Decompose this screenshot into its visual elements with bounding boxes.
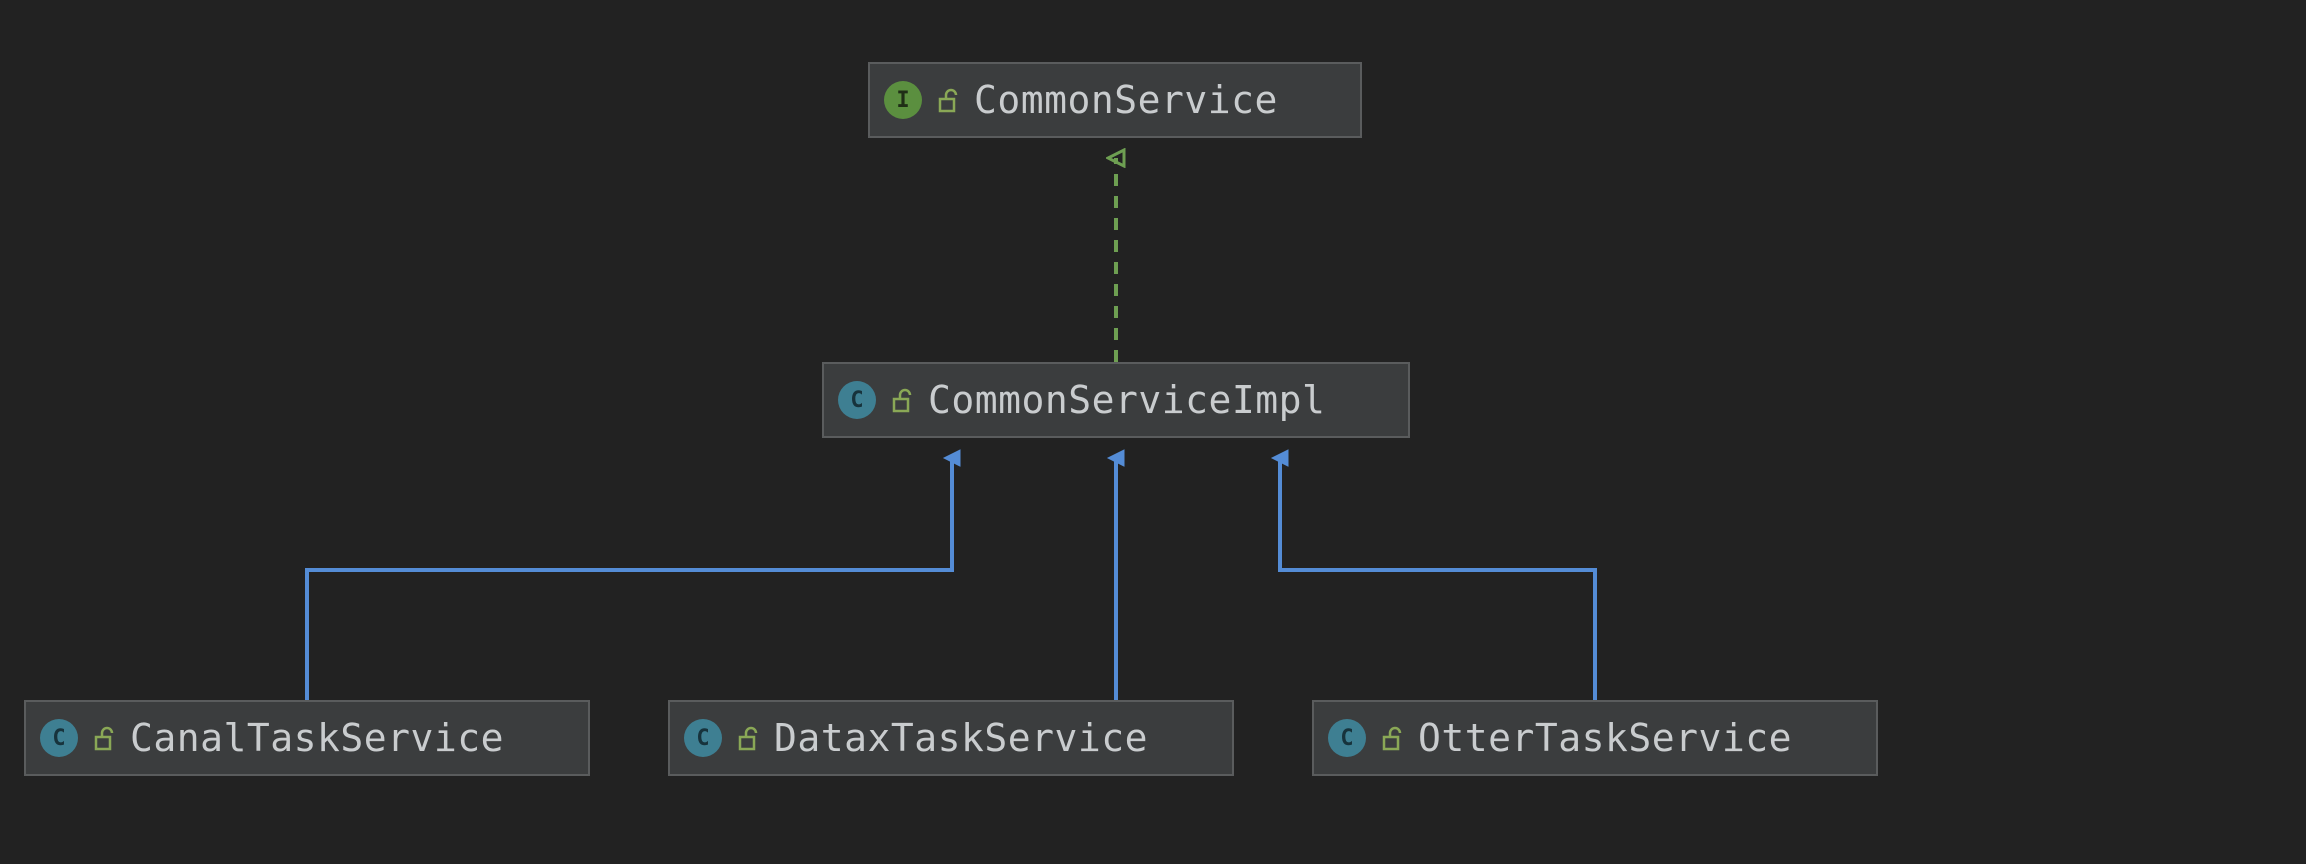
class-badge-icon: C (684, 719, 722, 757)
unlock-icon (736, 725, 760, 751)
node-label: DataxTaskService (774, 716, 1148, 760)
node-canal-task-service[interactable]: C CanalTaskService (24, 700, 590, 776)
unlock-icon (890, 387, 914, 413)
node-label: CommonService (974, 78, 1278, 122)
node-datax-task-service[interactable]: C DataxTaskService (668, 700, 1234, 776)
interface-badge-icon: I (884, 81, 922, 119)
node-label: OtterTaskService (1418, 716, 1792, 760)
node-label: CanalTaskService (130, 716, 504, 760)
node-label: CommonServiceImpl (928, 378, 1325, 422)
node-otter-task-service[interactable]: C OtterTaskService (1312, 700, 1878, 776)
unlock-icon (92, 725, 116, 751)
unlock-icon (1380, 725, 1404, 751)
unlock-icon (936, 87, 960, 113)
class-badge-icon: C (40, 719, 78, 757)
uml-canvas: I CommonService C CommonServiceImpl C (0, 0, 2306, 864)
node-common-service-impl[interactable]: C CommonServiceImpl (822, 362, 1410, 438)
class-badge-icon: C (838, 381, 876, 419)
edge-canal-to-impl (307, 458, 952, 700)
class-badge-icon: C (1328, 719, 1366, 757)
edge-otter-to-impl (1280, 458, 1595, 700)
node-common-service[interactable]: I CommonService (868, 62, 1362, 138)
